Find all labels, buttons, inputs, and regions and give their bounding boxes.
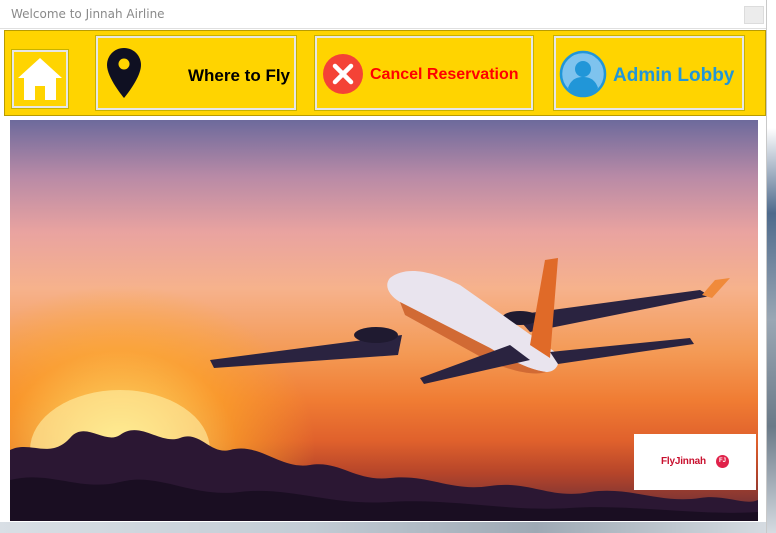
admin-lobby-label: Admin Lobby — [613, 65, 735, 86]
close-circle-icon — [323, 54, 363, 94]
brand-logo-badge: FJ — [716, 455, 729, 468]
brand-logo-text: FlyJinnah — [661, 456, 706, 467]
cancel-reservation-button[interactable]: Cancel Reservation — [314, 35, 534, 111]
home-icon — [18, 58, 62, 100]
cancel-reservation-label: Cancel Reservation — [370, 66, 519, 83]
navigation-toolbar: Where to Fly Cancel Reservation Admin Lo… — [4, 30, 766, 116]
title-bar: Welcome to Jinnah Airline — [0, 0, 766, 29]
user-icon — [559, 50, 607, 98]
admin-lobby-button[interactable]: Admin Lobby — [553, 35, 745, 111]
where-to-fly-button[interactable]: Where to Fly — [95, 35, 297, 111]
hero-image: FlyJinnah FJ — [10, 120, 758, 521]
main-window: Welcome to Jinnah Airline Where to Fly C… — [0, 0, 767, 533]
close-button[interactable] — [744, 6, 764, 24]
location-pin-icon — [107, 48, 141, 98]
home-button[interactable] — [11, 49, 69, 109]
window-title: Welcome to Jinnah Airline — [11, 7, 165, 21]
brand-logo-card: FlyJinnah FJ — [634, 434, 756, 490]
desktop-background-bottom — [0, 522, 766, 533]
desktop-background — [767, 0, 776, 533]
where-to-fly-label: Where to Fly — [188, 66, 291, 85]
